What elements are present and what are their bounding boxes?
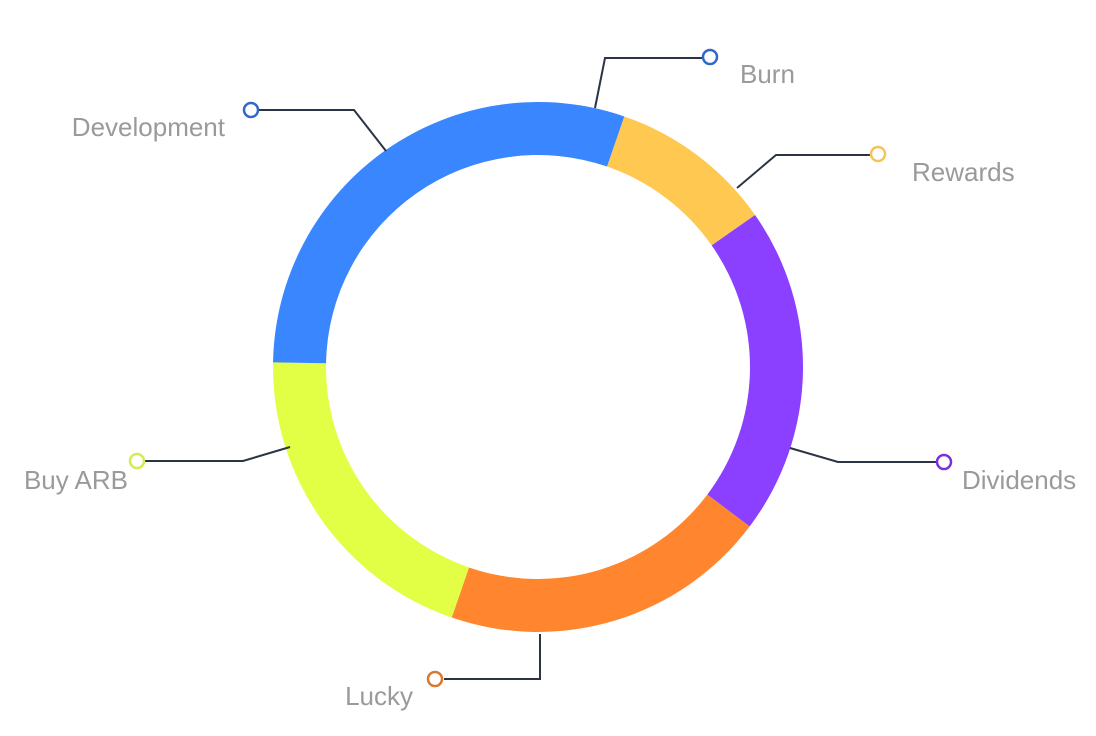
rewards-leader-line: [736, 154, 870, 189]
donut-chart: Burn Rewards Dividends Lucky Buy ARB Dev…: [24, 48, 1076, 711]
burn-label: Burn: [740, 59, 795, 89]
dividends-leader-line: [789, 447, 936, 463]
donut-slices: [273, 101, 803, 633]
development-marker: [242, 101, 260, 119]
burn-marker: [701, 48, 719, 66]
dividends-label: Dividends: [962, 465, 1076, 495]
slice-development: [273, 101, 625, 364]
development-leader-line: [259, 109, 387, 152]
lucky-marker: [426, 670, 444, 688]
dividends-marker: [935, 453, 953, 471]
buy-arb-marker: [128, 452, 146, 470]
buy-arb-leader-line: [145, 446, 291, 462]
buy-arb-label: Buy ARB: [24, 465, 128, 495]
slice-burn: [607, 116, 756, 246]
development-label: Development: [72, 112, 226, 142]
slice-dividends: [707, 215, 803, 527]
rewards-label: Rewards: [912, 157, 1015, 187]
slice-buy-arb: [273, 362, 469, 618]
rewards-marker: [869, 145, 887, 163]
lucky-leader-line: [444, 634, 541, 680]
lucky-label: Lucky: [345, 681, 413, 711]
burn-leader-line: [594, 57, 702, 109]
slice-lucky: [451, 494, 750, 633]
